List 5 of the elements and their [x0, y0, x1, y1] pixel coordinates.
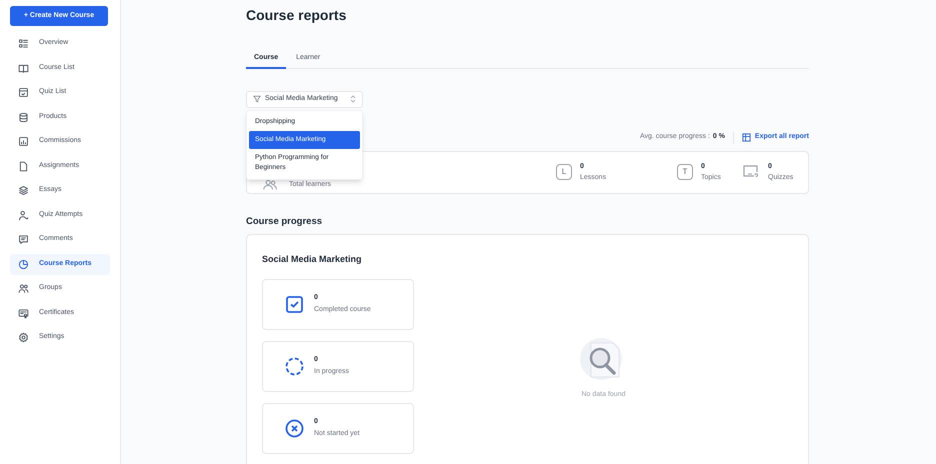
course-name: Social Media Marketing	[262, 252, 363, 264]
letter-icon: T	[677, 164, 693, 180]
page-title: Course reports	[246, 7, 348, 23]
section-heading: Course progress	[246, 214, 324, 226]
letter-icon: L	[556, 164, 572, 180]
